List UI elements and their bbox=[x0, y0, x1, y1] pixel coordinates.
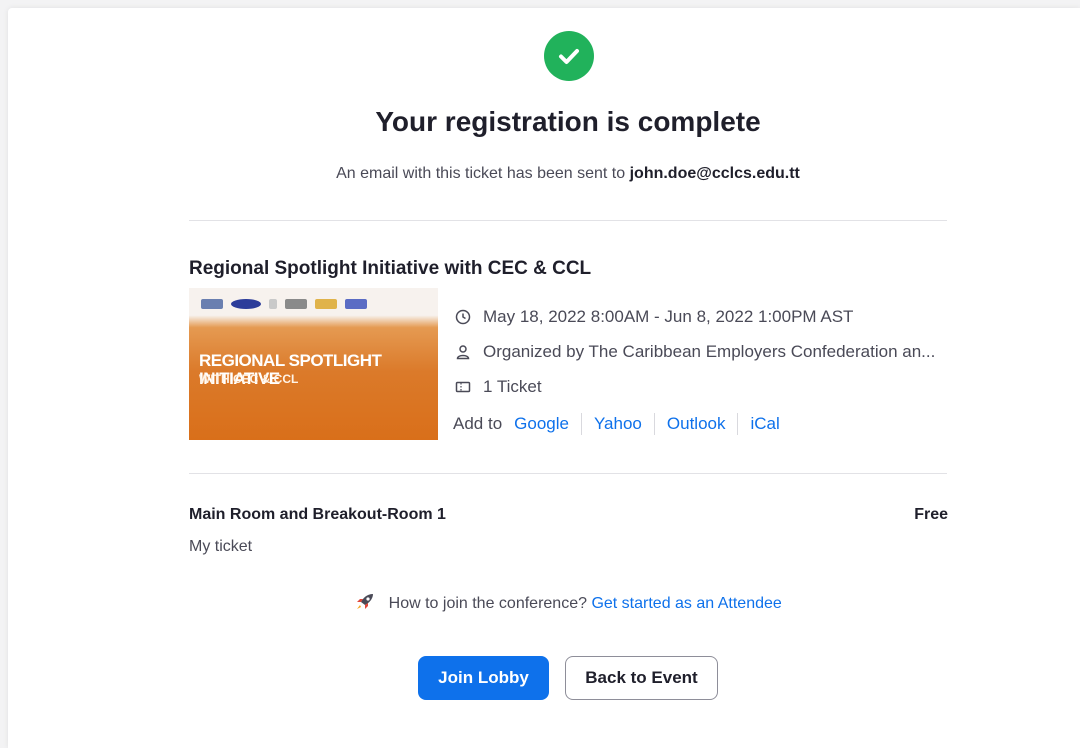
event-datetime-text: May 18, 2022 8:00AM - Jun 8, 2022 1:00PM… bbox=[483, 307, 854, 326]
join-help: How to join the conference? Get started … bbox=[0, 592, 1080, 617]
ticket-price: Free bbox=[914, 506, 948, 523]
ticket-note: My ticket bbox=[189, 538, 253, 555]
email-confirmation-text: An email with this ticket has been sent … bbox=[336, 165, 626, 182]
email-address: john.doe@cclcs.edu.tt bbox=[629, 165, 800, 182]
event-tickets-text: 1 Ticket bbox=[483, 377, 542, 396]
add-to-ical-link[interactable]: iCal bbox=[737, 413, 791, 435]
clock-icon bbox=[454, 308, 472, 326]
ticket-icon bbox=[454, 378, 472, 396]
divider bbox=[189, 473, 947, 474]
event-datetime: May 18, 2022 8:00AM - Jun 8, 2022 1:00PM… bbox=[454, 307, 853, 327]
join-lobby-button[interactable]: Join Lobby bbox=[418, 656, 549, 700]
sponsor-logos bbox=[189, 288, 438, 320]
rocket-icon bbox=[354, 592, 376, 617]
back-to-event-button[interactable]: Back to Event bbox=[565, 656, 718, 700]
banner-subtitle: WITH CEC & CCL bbox=[199, 372, 299, 386]
add-to-yahoo-link[interactable]: Yahoo bbox=[580, 413, 654, 435]
email-confirmation: An email with this ticket has been sent … bbox=[0, 165, 1080, 183]
add-to-outlook-link[interactable]: Outlook bbox=[653, 413, 738, 435]
event-tickets: 1 Ticket bbox=[454, 377, 542, 397]
add-to-label: Add to bbox=[453, 414, 503, 433]
check-circle-icon bbox=[544, 31, 594, 81]
event-organizer: Organized by The Caribbean Employers Con… bbox=[454, 342, 935, 362]
add-to-google-link[interactable]: Google bbox=[502, 413, 581, 435]
event-title: Regional Spotlight Initiative with CEC &… bbox=[189, 258, 592, 279]
ticket-name: Main Room and Breakout-Room 1 bbox=[189, 506, 446, 523]
event-organizer-text: Organized by The Caribbean Employers Con… bbox=[483, 342, 936, 361]
join-help-question: How to join the conference? bbox=[388, 595, 587, 612]
page-title: Your registration is complete bbox=[375, 106, 761, 137]
add-to-calendar: Add to Google Yahoo Outlook iCal bbox=[453, 413, 792, 435]
event-banner-image: REGIONAL SPOTLIGHT INITIATIVE WITH CEC &… bbox=[189, 288, 438, 440]
get-started-attendee-link[interactable]: Get started as an Attendee bbox=[591, 595, 781, 612]
person-icon bbox=[454, 343, 472, 361]
divider bbox=[189, 220, 947, 221]
